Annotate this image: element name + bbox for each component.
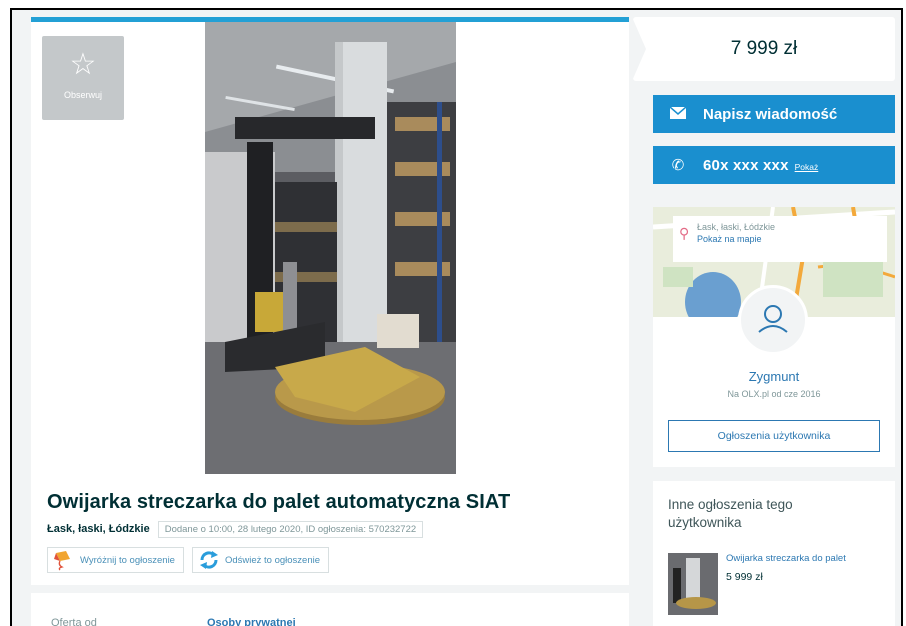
other-ads-title: Inne ogłoszenia tego użytkownika: [668, 497, 793, 530]
observe-label: Obserwuj: [63, 90, 102, 100]
detail-key: Oferta od: [51, 617, 97, 626]
refresh-arrows-icon: [199, 551, 218, 569]
send-message-button[interactable]: Napisz wiadomość: [653, 95, 895, 133]
phone-icon: ✆: [671, 157, 685, 174]
listing-photo[interactable]: [205, 22, 456, 474]
observe-button[interactable]: ☆ Obserwuj: [42, 36, 124, 120]
user-avatar[interactable]: [738, 285, 808, 355]
user-name[interactable]: Zygmunt: [653, 369, 895, 384]
listing-price: 7 999 zł: [730, 38, 798, 59]
show-on-map-link[interactable]: Pokaż na mapie: [697, 234, 881, 244]
phone-show-link[interactable]: Pokaż: [795, 162, 819, 172]
listing-title: Owijarka streczarka do palet automatyczn…: [47, 491, 511, 513]
photo-gallery[interactable]: ☆ Obserwuj: [31, 22, 629, 477]
kite-icon: [54, 551, 70, 571]
listing-location[interactable]: Łask, łaski, Łódzkie: [47, 523, 158, 535]
map-pin-icon: ⚲: [679, 225, 690, 241]
refresh-listing-button[interactable]: Odśwież to ogłoszenie: [191, 547, 330, 573]
envelope-icon: [653, 105, 703, 123]
user-outline-icon: [758, 305, 788, 333]
phone-button[interactable]: ✆ 60x xxx xxx Pokaż: [653, 146, 895, 184]
other-ad-price: 5 999 zł: [726, 571, 763, 583]
detail-row: Oferta od Osoby prywatnej: [51, 617, 296, 626]
highlight-listing-button[interactable]: Wyróżnij to ogłoszenie: [47, 547, 184, 573]
price-box: 7 999 zł: [632, 17, 895, 81]
listing-card: ☆ Obserwuj Owijarka streczarka do palet …: [31, 17, 629, 626]
refresh-listing-label: Odśwież to ogłoszenie: [224, 554, 321, 566]
section-divider: [31, 585, 629, 593]
send-message-label: Napisz wiadomość: [703, 105, 838, 123]
map-location-label: ⚲ Łask, łaski, Łódzkie Pokaż na mapie: [673, 216, 887, 262]
phone-number: 60x xxx xxx: [703, 156, 789, 174]
listing-actions: Wyróżnij to ogłoszenie Odśwież to ogłosz…: [47, 547, 330, 573]
star-outline-icon: ☆: [69, 48, 97, 81]
listing-added-info: Dodane o 10:00, 28 lutego 2020, ID ogłos…: [157, 520, 424, 538]
browser-frame: ☆ Obserwuj Owijarka streczarka do palet …: [10, 8, 903, 626]
other-ad-link[interactable]: Owijarka streczarka do palet: [726, 553, 846, 564]
detail-value[interactable]: Osoby prywatnej: [207, 617, 296, 626]
user-ads-button[interactable]: Ogłoszenia użytkownika: [668, 420, 880, 452]
listing-meta: Łask, łaski, Łódzkie Dodane o 10:00, 28 …: [47, 520, 424, 538]
user-since: Na OLX.pl od cze 2016: [727, 389, 821, 399]
other-ads-card: Inne ogłoszenia tego użytkownika Owijark…: [653, 481, 895, 626]
highlight-listing-label: Wyróżnij to ogłoszenie: [80, 554, 175, 566]
map-city: Łask, łaski, Łódzkie: [697, 222, 776, 232]
user-card: ⚲ Łask, łaski, Łódzkie Pokaż na mapie Zy…: [653, 207, 895, 467]
other-ad-thumbnail[interactable]: [668, 553, 718, 615]
